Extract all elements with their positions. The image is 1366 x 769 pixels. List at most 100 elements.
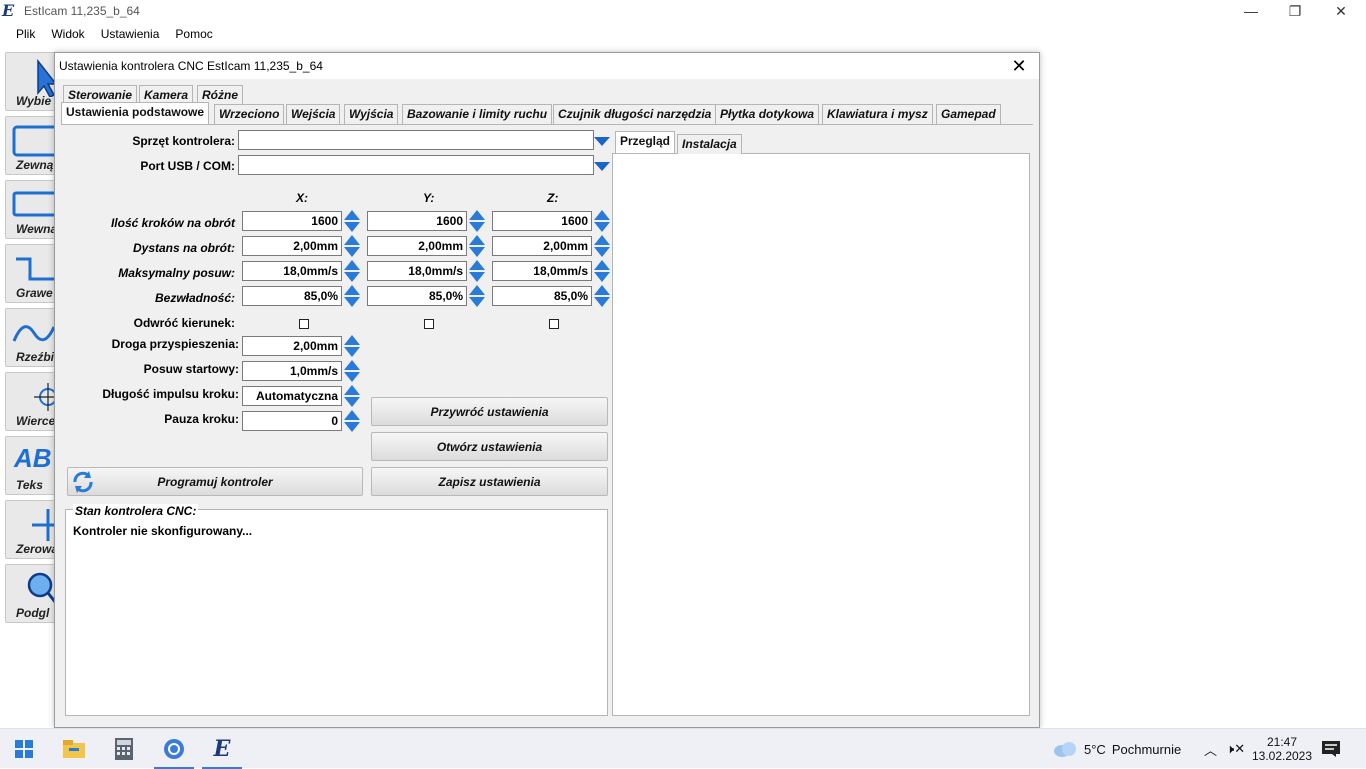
reverse-x-checkbox[interactable] (299, 319, 309, 329)
tab-bazowanie[interactable]: Bazowanie i limity ruchu (402, 104, 553, 124)
reverse-y-checkbox[interactable] (424, 319, 434, 329)
zero-point-icon (32, 509, 54, 541)
tool-drill[interactable]: Wiercer (5, 372, 57, 431)
save-settings-button[interactable]: Zapisz ustawienia (371, 467, 608, 496)
taskbar-chrome[interactable] (150, 729, 198, 769)
menu-plik[interactable]: Plik (0, 27, 45, 41)
distance-y-input[interactable]: 2,00mm (367, 236, 467, 256)
steps-z-spinner[interactable] (594, 210, 610, 232)
tool-select[interactable]: Wybie (5, 52, 57, 111)
minimize-button[interactable]: — (1228, 0, 1274, 22)
steps-z-input[interactable]: 1600 (492, 211, 592, 231)
steps-x-spinner[interactable] (344, 210, 360, 232)
notification-icon (1322, 741, 1340, 757)
tab-wyjscia[interactable]: Wyjścia (344, 104, 399, 124)
tab-przeglad[interactable]: Przegląd (615, 131, 676, 153)
step-pause-label: Pauza kroku: (164, 412, 239, 426)
steps-y-input[interactable]: 1600 (367, 211, 467, 231)
tool-text[interactable]: AB Teks (5, 436, 57, 495)
weather-desc: Pochmurnie (1111, 741, 1182, 757)
steps-x-input[interactable]: 1600 (242, 211, 342, 231)
tool-zero-point[interactable]: Zerowa (5, 500, 57, 559)
step-pause-input[interactable]: 0 (242, 411, 342, 431)
engrave-icon (16, 257, 54, 281)
hardware-label: Sprzęt kontrolera: (132, 134, 235, 148)
distance-x-spinner[interactable] (344, 235, 360, 257)
program-controller-button[interactable]: Programuj kontroler (67, 467, 363, 496)
restore-settings-button[interactable]: Przywróć ustawienia (371, 397, 608, 426)
port-select[interactable] (238, 155, 594, 175)
volume-button[interactable]: 🕨✕ (1226, 729, 1245, 769)
tab-klawiatura[interactable]: Klawiatura i mysz (822, 104, 933, 124)
menu-widok[interactable]: Widok (45, 27, 94, 41)
reverse-z-checkbox[interactable] (549, 319, 559, 329)
port-dropdown-icon[interactable] (594, 162, 610, 171)
tab-czujnik[interactable]: Czujnik długości narzędzia (553, 104, 717, 124)
taskbar-estlcam[interactable]: E (198, 729, 246, 769)
taskbar-file-explorer[interactable] (50, 729, 98, 769)
weather-temp: 5°C (1084, 741, 1106, 757)
tab-wejscia[interactable]: Wejścia (286, 104, 341, 124)
estlcam-app-icon: E (2, 1, 15, 20)
weather-widget[interactable]: 5°C Pochmurnie (1052, 729, 1181, 769)
app-close-button[interactable]: ✕ (1318, 0, 1364, 22)
max-feed-x-input[interactable]: 18,0mm/s (242, 261, 342, 281)
steps-per-rev-label: Ilość kroków na obrót (110, 216, 235, 230)
tool-carve[interactable]: Rzeźbie (5, 308, 57, 367)
inertia-y-spinner[interactable] (469, 285, 485, 307)
inertia-y-input[interactable]: 85,0% (367, 286, 467, 306)
tab-plytka[interactable]: Płytka dotykowa (715, 104, 820, 124)
step-pulse-input[interactable]: Automatyczna (242, 386, 342, 406)
max-feed-z-spinner[interactable] (594, 260, 610, 282)
inertia-z-input[interactable]: 85,0% (492, 286, 592, 306)
outer-contour-icon (12, 125, 54, 157)
start-feed-spinner[interactable] (344, 360, 360, 382)
restore-button[interactable]: ❐ (1272, 0, 1318, 22)
hardware-select[interactable] (238, 130, 594, 150)
accel-distance-spinner[interactable] (344, 335, 360, 357)
start-feed-input[interactable]: 1,0mm/s (242, 361, 342, 381)
port-label: Port USB / COM: (140, 159, 235, 173)
inertia-x-spinner[interactable] (344, 285, 360, 307)
notifications-button[interactable] (1322, 729, 1340, 769)
step-pulse-spinner[interactable] (344, 385, 360, 407)
max-feed-y-input[interactable]: 18,0mm/s (367, 261, 467, 281)
menu-bar: Plik Widok Ustawienia Pomoc (0, 24, 223, 44)
menu-pomoc[interactable]: Pomoc (169, 27, 222, 41)
start-feed-label: Posuw startowy: (143, 362, 239, 376)
max-feed-x-spinner[interactable] (344, 260, 360, 282)
menu-ustawienia[interactable]: Ustawienia (95, 27, 170, 41)
step-pause-spinner[interactable] (344, 410, 360, 432)
accel-distance-input[interactable]: 2,00mm (242, 336, 342, 356)
tool-inner-contour[interactable]: Wewna (5, 180, 57, 239)
distance-z-spinner[interactable] (594, 235, 610, 257)
axis-y-header: Y: (423, 191, 435, 205)
tab-wrzeciono[interactable]: Wrzeciono (214, 104, 285, 124)
clock-date: 13.02.2023 (1251, 749, 1313, 763)
tab-gamepad[interactable]: Gamepad (936, 104, 1001, 124)
clock[interactable]: 21:47 13.02.2023 (1251, 729, 1313, 769)
axis-z-header: Z: (547, 191, 559, 205)
inertia-z-spinner[interactable] (594, 285, 610, 307)
taskbar-calculator[interactable] (100, 729, 148, 769)
axis-x-header: X: (296, 191, 308, 205)
dialog-close-button[interactable]: ✕ (1007, 55, 1031, 77)
tool-engrave[interactable]: Grawe (5, 244, 57, 303)
cloud-icon (1054, 742, 1076, 757)
tool-outer-contour[interactable]: Zewną (5, 116, 57, 175)
distance-z-input[interactable]: 2,00mm (492, 236, 592, 256)
steps-y-spinner[interactable] (469, 210, 485, 232)
tab-instalacja[interactable]: Instalacja (677, 134, 742, 154)
distance-y-spinner[interactable] (469, 235, 485, 257)
start-button[interactable] (0, 729, 48, 769)
distance-x-input[interactable]: 2,00mm (242, 236, 342, 256)
tab-ustawienia-podstawowe[interactable]: Ustawienia podstawowe (61, 102, 210, 124)
open-settings-button[interactable]: Otwórz ustawienia (371, 432, 608, 461)
tool-preview[interactable]: Podgl (5, 564, 57, 623)
max-feed-y-spinner[interactable] (469, 260, 485, 282)
inertia-x-input[interactable]: 85,0% (242, 286, 342, 306)
app-title-bar: E EstIcam 11,235_b_64 — ❐ ✕ (0, 0, 1366, 22)
max-feed-z-input[interactable]: 18,0mm/s (492, 261, 592, 281)
tray-overflow-button[interactable]: ︿ (1204, 729, 1217, 769)
hardware-dropdown-icon[interactable] (594, 137, 610, 146)
